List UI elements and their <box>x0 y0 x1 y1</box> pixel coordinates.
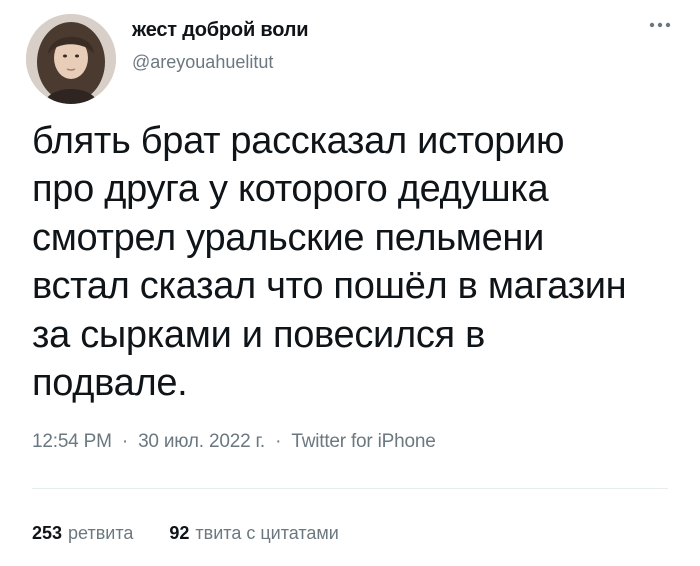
avatar-image <box>26 14 116 104</box>
tweet-card: жест доброй воли @areyouahuelitut блять … <box>0 0 700 566</box>
meta-separator: · <box>121 431 128 452</box>
retweets-stat[interactable]: 253 ретвита <box>32 523 133 544</box>
tweet-meta: 12:54 PM · 30 июл. 2022 г. · Twitter for… <box>32 431 436 453</box>
tweet-time[interactable]: 12:54 PM <box>32 431 112 452</box>
avatar[interactable] <box>26 14 116 104</box>
retweets-label: ретвита <box>68 523 134 543</box>
meta-separator: · <box>275 431 282 452</box>
divider <box>32 488 668 489</box>
quotes-count: 92 <box>169 523 190 543</box>
retweets-count: 253 <box>32 523 63 543</box>
tweet-stats: 253 ретвита 92 твита с цитатами <box>32 523 339 544</box>
more-options-button[interactable] <box>642 14 678 36</box>
author-display-name[interactable]: жест доброй воли <box>132 19 309 42</box>
tweet-date[interactable]: 30 июл. 2022 г. <box>138 431 265 452</box>
more-icon <box>649 22 671 28</box>
tweet-text: блять брат рассказал историю про друга у… <box>32 120 627 405</box>
author-handle[interactable]: @areyouahuelitut <box>132 52 273 73</box>
quotes-label: твита с цитатами <box>195 523 339 543</box>
quotes-stat[interactable]: 92 твита с цитатами <box>169 523 338 544</box>
tweet-source[interactable]: Twitter for iPhone <box>291 431 435 452</box>
